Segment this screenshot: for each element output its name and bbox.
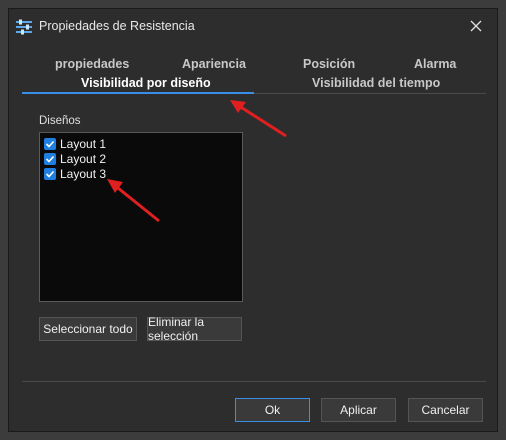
- window-title: Propiedades de Resistencia: [39, 19, 195, 33]
- list-item-label: Layout 3: [60, 166, 107, 181]
- list-item-layout-2[interactable]: Layout 2: [44, 151, 106, 166]
- tab-visibilidad-diseno[interactable]: Visibilidad por diseño: [81, 76, 211, 90]
- ok-button[interactable]: Ok: [235, 398, 310, 422]
- clear-selection-button[interactable]: Eliminar la selección: [147, 315, 242, 343]
- tab-alarma[interactable]: Alarma: [414, 57, 456, 71]
- cancel-button[interactable]: Cancelar: [408, 398, 483, 422]
- select-all-button[interactable]: Seleccionar todo: [39, 317, 137, 341]
- designs-label: Diseños: [39, 115, 81, 127]
- tab-apariencia[interactable]: Apariencia: [182, 57, 246, 71]
- checkmark-icon: [45, 140, 55, 148]
- list-item-label: Layout 1: [60, 136, 107, 151]
- settings-sliders-icon: [15, 19, 33, 35]
- tab-posicion[interactable]: Posición: [303, 57, 355, 71]
- list-item-layout-3[interactable]: Layout 3: [44, 166, 106, 181]
- checkmark-icon: [45, 170, 55, 178]
- list-item-layout-1[interactable]: Layout 1: [44, 136, 106, 151]
- title-bar: Propiedades de Resistencia: [9, 9, 497, 45]
- checkbox-checked[interactable]: [44, 137, 56, 150]
- tab-propiedades[interactable]: propiedades: [55, 57, 129, 71]
- active-tab-indicator: [22, 92, 254, 94]
- checkmark-icon: [45, 155, 55, 163]
- close-icon: [470, 20, 482, 32]
- annotation-arrow-icon: [230, 100, 287, 138]
- tab-visibilidad-tiempo[interactable]: Visibilidad del tiempo: [312, 76, 440, 90]
- footer-divider: [22, 381, 486, 382]
- checkbox-checked[interactable]: [44, 167, 56, 180]
- apply-button[interactable]: Aplicar: [321, 398, 396, 422]
- checkbox-checked[interactable]: [44, 152, 56, 165]
- close-button[interactable]: [467, 17, 485, 35]
- properties-dialog: Propiedades de Resistencia propiedades A…: [8, 8, 498, 432]
- annotation-arrow-icon: [107, 179, 160, 223]
- list-item-label: Layout 2: [60, 151, 107, 166]
